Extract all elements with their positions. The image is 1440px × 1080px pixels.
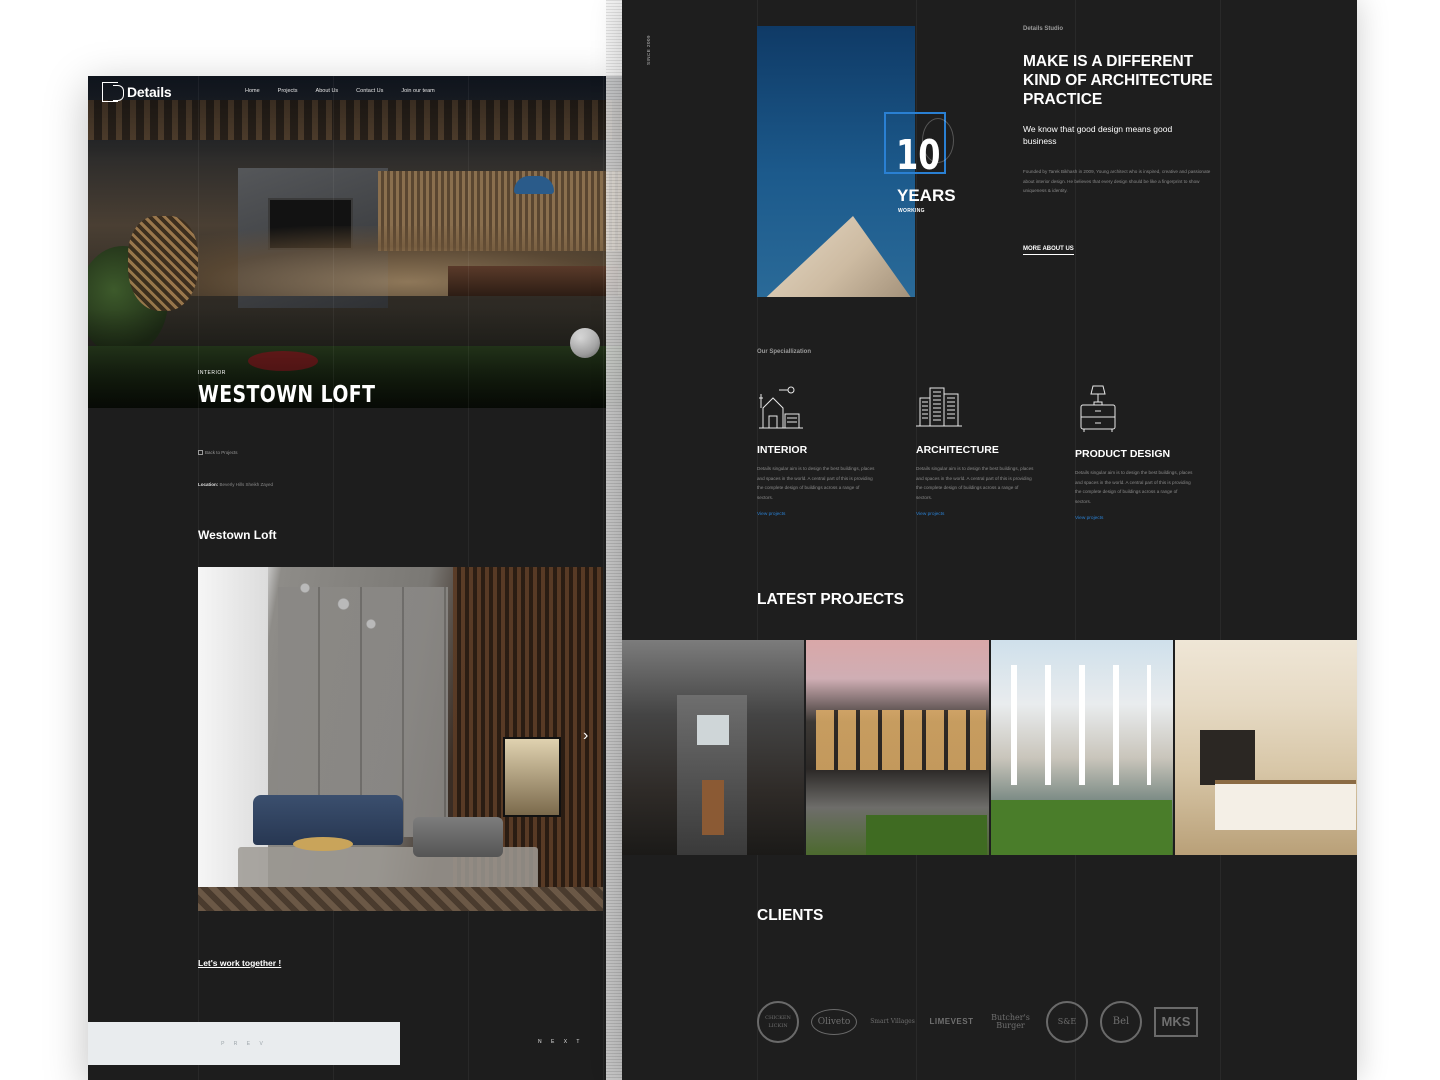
spec-title: INTERIOR [757,444,808,456]
work-together-link[interactable]: Let's work together ! [198,958,281,968]
buildings-icon [916,384,964,430]
client-logo: Oliveto [811,1009,857,1035]
nav-contact[interactable]: Contact Us [356,88,383,94]
view-projects-link[interactable]: View projects [1075,516,1103,521]
view-projects-link[interactable]: View projects [916,512,944,517]
top-nav: Details Home Projects About Us Contact U… [88,76,622,108]
hero-category: INTERIOR [198,370,226,376]
back-link-label: Back to Projects [205,450,238,455]
nav-links: Home Projects About Us Contact Us Join o… [245,88,435,94]
studio-lead: We know that good design means good busi… [1023,124,1173,146]
location-label: Location: [198,482,219,487]
nav-join[interactable]: Join our team [401,88,434,94]
showcase-stage: Details Home Projects About Us Contact U… [0,0,1440,1080]
project-gallery-slider[interactable]: › [198,567,603,911]
clients-title: CLIENTS [757,907,824,924]
house-icon [757,384,805,430]
chevron-right-icon[interactable]: › [583,727,588,745]
since-label: SINCE 2009 [646,35,651,66]
years-sub: WORKING [898,208,925,214]
project-card[interactable] [1174,640,1357,855]
logo-mark-icon [102,82,124,102]
grid-icon [198,450,203,455]
nav-projects[interactable]: Projects [278,88,298,94]
spec-body: Details singular aim is to design the be… [916,466,1034,500]
client-logo: Smart Villages [870,1018,915,1025]
client-logo: LIMEVEST [929,1017,974,1026]
studio-title: MAKE IS A DIFFERENT KIND OF ARCHITECTURE… [1023,53,1213,108]
project-card[interactable] [806,640,989,855]
page-edge-shadow [606,0,622,1080]
spec-product-design: PRODUCT DESIGN Details singular aim is t… [1075,384,1200,524]
years-number: 10 [896,131,941,179]
spec-architecture: ARCHITECTURE Details singular aim is to … [916,384,1041,520]
latest-projects-title: LATEST PROJECTS [757,591,904,608]
location-value: Beverly Hills Sheikh Zayed [219,482,274,487]
prev-button[interactable]: P R E V [88,1022,400,1065]
spec-body: Details singular aim is to design the be… [1075,470,1193,504]
client-logo: S&E [1046,1001,1088,1043]
project-heading: Westown Loft [198,528,277,542]
project-card[interactable] [990,640,1173,855]
spec-title: ARCHITECTURE [916,444,999,456]
lamp-drawer-icon [1075,384,1123,432]
studio-body: Founded by Tarek Bikhash in 2009, Young … [1023,169,1211,193]
project-card[interactable] [622,640,805,855]
clients-logos: CHICKEN LICKIN Oliveto Smart Villages LI… [757,998,1198,1046]
back-to-projects-link[interactable]: Back to Projects [198,450,238,455]
spec-title: PRODUCT DESIGN [1075,448,1171,460]
project-location: Location: Beverly Hills Sheikh Zayed [198,482,273,487]
studio-kicker: Details Studio [1023,26,1064,32]
more-about-link[interactable]: MORE ABOUT US [1023,246,1074,255]
client-logo: Bel [1100,1001,1142,1043]
nav-about[interactable]: About Us [316,88,339,94]
specialization-kicker: Our Speciallization [757,349,812,355]
spec-body: Details singular aim is to design the be… [757,466,875,500]
client-logo: CHICKEN LICKIN [757,1001,799,1043]
spec-interior: INTERIOR Details singular aim is to desi… [757,384,882,520]
latest-projects-strip [622,640,1357,855]
project-page-mockup: Details Home Projects About Us Contact U… [88,76,622,1080]
prev-label: P R E V [221,1040,267,1047]
next-button[interactable]: N E X T [538,1039,583,1045]
logo[interactable]: Details [102,82,172,102]
logo-text: Details [127,84,172,100]
client-logo: Butcher's Burger [991,1013,1030,1030]
view-projects-link[interactable]: View projects [757,512,785,517]
hero-image [88,76,622,408]
hero-title: WESTOWN LOFT [198,382,376,408]
nav-home[interactable]: Home [245,88,260,94]
years-label: YEARS [897,186,956,205]
client-logo: MKS [1154,1007,1198,1037]
home-page-mockup: SINCE 2009 10 YEARS WORKING Details Stud… [622,0,1357,1080]
